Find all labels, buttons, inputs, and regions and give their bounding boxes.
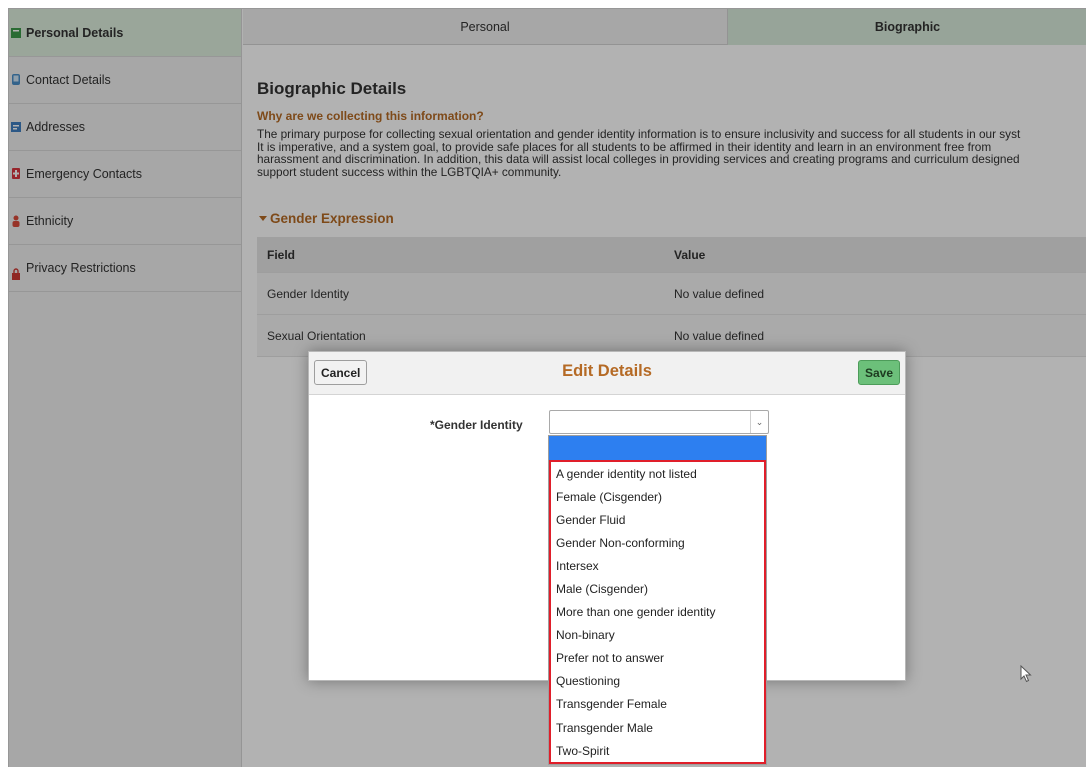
- option-item[interactable]: Questioning: [551, 670, 764, 693]
- option-item[interactable]: Intersex: [551, 554, 764, 577]
- option-item[interactable]: Transgender Female: [551, 693, 764, 716]
- option-item[interactable]: Gender Fluid: [551, 508, 764, 531]
- chevron-down-icon[interactable]: ⌄: [750, 411, 768, 433]
- option-item[interactable]: Non-binary: [551, 624, 764, 647]
- option-item[interactable]: Prefer not to answer: [551, 647, 764, 670]
- option-item[interactable]: A gender identity not listed: [551, 462, 764, 485]
- options-list: A gender identity not listed Female (Cis…: [549, 460, 766, 765]
- save-button[interactable]: Save: [857, 360, 900, 385]
- gender-identity-label: *Gender Identity: [430, 418, 523, 432]
- option-item[interactable]: Male (Cisgender): [551, 577, 764, 600]
- dialog-header: Cancel Edit Details Save: [309, 352, 905, 395]
- option-blank-highlighted[interactable]: [549, 436, 766, 460]
- option-item[interactable]: Transgender Male: [551, 716, 764, 739]
- option-item[interactable]: Gender Non-conforming: [551, 531, 764, 554]
- gender-identity-options: A gender identity not listed Female (Cis…: [548, 435, 767, 766]
- gender-identity-select[interactable]: ⌄: [549, 410, 769, 434]
- option-item[interactable]: Two-Spirit: [551, 739, 764, 762]
- mouse-pointer-icon: [1020, 665, 1032, 683]
- option-item[interactable]: Female (Cisgender): [551, 485, 764, 508]
- dialog-title: Edit Details: [562, 362, 652, 380]
- option-item[interactable]: More than one gender identity: [551, 601, 764, 624]
